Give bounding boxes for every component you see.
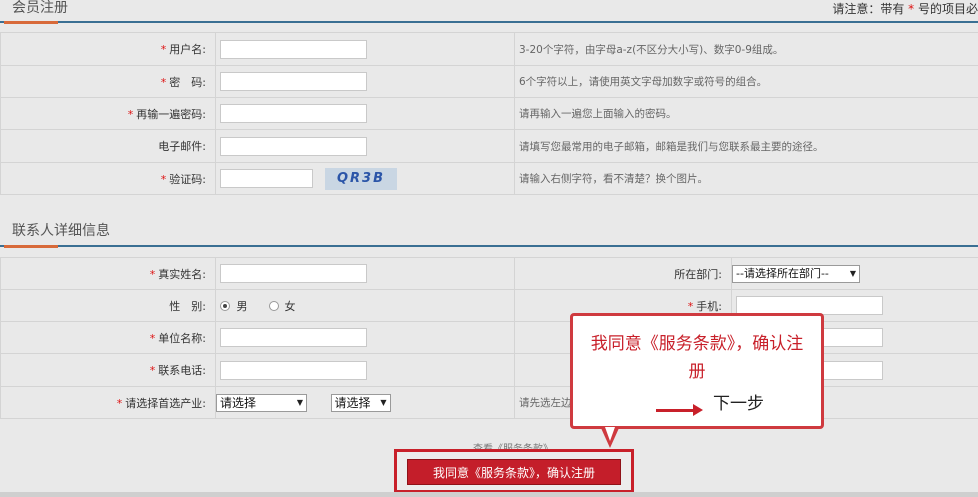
- chevron-down-icon: ▼: [380, 397, 387, 407]
- realname-input[interactable]: [220, 264, 367, 283]
- captcha-cell: QR3B: [215, 162, 515, 195]
- industry-select-primary[interactable]: 请选择 ▼: [216, 393, 307, 412]
- contact-title: 联系人详细信息: [12, 223, 110, 239]
- required-star: *: [149, 331, 156, 345]
- realname-label-text: 真实姓名:: [158, 267, 206, 281]
- required-star: *: [127, 107, 134, 121]
- required-star: *: [160, 172, 167, 186]
- industry-label: * 请选择首选产业:: [0, 386, 216, 419]
- industry-select-primary-value: 请选择: [220, 395, 257, 410]
- username-cell: [215, 32, 515, 66]
- form-row-captcha: * 验证码: QR3B 请输入右侧字符，看不清楚？换个图片。: [0, 162, 978, 195]
- industry-label-text: 请选择首选产业:: [125, 396, 206, 410]
- required-star: *: [160, 43, 167, 56]
- company-cell: [215, 321, 515, 354]
- email-input[interactable]: [220, 136, 367, 156]
- captcha-hint: 请输入右侧字符，看不清楚？换个图片。: [514, 162, 978, 195]
- register-section-header: 会员注册 请注意：带有 * 号的项目必: [0, 0, 978, 24]
- form-row-realname: * 真实姓名: 所在部门: --请选择所在部门-- ▼: [0, 257, 978, 290]
- required-note-suffix: 号的项目必: [917, 2, 978, 16]
- email-cell: [215, 129, 515, 163]
- username-label: * 用户名:: [0, 32, 216, 66]
- callout-tail-fill: [605, 427, 615, 441]
- form-row-username: * 用户名: 3-20个字符，由字母a-z(不区分大小写)、数字0-9组成。: [0, 32, 978, 66]
- submit-highlight-frame: 我同意《服务条款》，确认注册: [394, 449, 634, 493]
- industry-select-secondary-value: 请选择: [334, 395, 371, 410]
- mobile-label-text: 手机:: [696, 299, 722, 313]
- section-accent-bar: [4, 245, 58, 248]
- required-star: *: [149, 364, 156, 377]
- username-label-text: 用户名:: [169, 43, 206, 56]
- required-star: *: [116, 396, 123, 410]
- industry-cell: 请选择 ▼ 请选择 ▼: [215, 386, 515, 419]
- bottom-strip: [0, 492, 978, 497]
- username-input[interactable]: [220, 39, 367, 59]
- department-cell: --请选择所在部门-- ▼: [731, 257, 978, 290]
- confirm-password-hint: 请再输入一遍您上面输入的密码。: [514, 97, 978, 130]
- department-label: 所在部门:: [514, 257, 732, 290]
- section-accent-bar: [4, 21, 58, 24]
- gender-cell: 男 女: [215, 289, 515, 322]
- password-hint: 6个字符以上，请使用英文字母加数字或符号的组合。: [514, 65, 978, 98]
- company-input[interactable]: [220, 328, 367, 347]
- department-select[interactable]: --请选择所在部门-- ▼: [732, 264, 860, 283]
- company-label-text: 单位名称:: [158, 331, 206, 345]
- contact-form: * 真实姓名: 所在部门: --请选择所在部门-- ▼ 性 别: 男 女 * 手机: …: [0, 257, 978, 419]
- chevron-down-icon: ▼: [296, 397, 303, 407]
- agree-register-button[interactable]: 我同意《服务条款》，确认注册: [407, 459, 621, 485]
- next-step-label: 下一步: [713, 394, 764, 414]
- instruction-callout: 我同意《服务条款》，确认注册 下一步: [570, 313, 824, 448]
- phone-input[interactable]: [220, 360, 367, 380]
- company-label: * 单位名称:: [0, 321, 216, 354]
- confirm-password-label-text: 再输一遍密码:: [136, 107, 206, 121]
- form-row-email: 电子邮件: 请填写您最常用的电子邮箱，邮箱是我们与您联系最主要的途径。: [0, 129, 978, 163]
- email-label-text: 电子邮件:: [158, 140, 206, 153]
- password-input[interactable]: [220, 72, 367, 91]
- captcha-input[interactable]: [220, 169, 313, 188]
- form-row-industry: *请选择首选产业: 请选择▼ 请选择▼ 请先选左边的产业，再选右边的子类: [0, 386, 978, 419]
- gender-female-label: 女: [284, 299, 296, 313]
- realname-label: * 真实姓名:: [0, 257, 216, 290]
- captcha-label: * 验证码:: [0, 162, 216, 195]
- gender-male-radio[interactable]: [220, 300, 230, 311]
- required-note: 请注意：带有 * 号的项目必: [832, 0, 978, 17]
- required-star: *: [160, 75, 167, 89]
- register-title: 会员注册: [12, 0, 68, 16]
- email-label: 电子邮件:: [0, 129, 216, 163]
- callout-text: 我同意《服务条款》，确认注册: [590, 334, 804, 382]
- phone-label: * 联系电话:: [0, 353, 216, 387]
- realname-cell: [215, 257, 515, 290]
- form-row-confirm-password: * 再输一遍密码: 请再输入一遍您上面输入的密码。: [0, 97, 978, 130]
- password-cell: [215, 65, 515, 98]
- username-hint: 3-20个字符，由字母a-z(不区分大小写)、数字0-9组成。: [514, 32, 978, 66]
- register-form: * 用户名: 3-20个字符，由字母a-z(不区分大小写)、数字0-9组成。 * 密…: [0, 32, 978, 195]
- department-select-value: --请选择所在部门--: [736, 266, 829, 280]
- password-label: * 密 码:: [0, 65, 216, 98]
- confirm-password-input[interactable]: [220, 104, 367, 123]
- email-hint: 请填写您最常用的电子邮箱，邮箱是我们与您联系最主要的途径。: [514, 129, 978, 163]
- right-arrow-icon: [656, 404, 703, 416]
- contact-section-header: 联系人详细信息: [0, 215, 978, 248]
- password-label-text: 密 码:: [169, 75, 206, 89]
- confirm-password-label: * 再输一遍密码:: [0, 97, 216, 130]
- form-row-gender: 性 别: 男 女 * 手机:: [0, 289, 978, 322]
- required-star: *: [687, 299, 694, 313]
- gender-female-radio[interactable]: [269, 300, 279, 311]
- form-row-phone: * 联系电话:: [0, 353, 978, 387]
- chevron-down-icon: ▼: [849, 268, 856, 278]
- required-note-star: *: [908, 2, 915, 16]
- gender-label: 性 别:: [0, 289, 216, 322]
- confirm-password-cell: [215, 97, 515, 130]
- form-row-company: * 单位名称:: [0, 321, 978, 354]
- required-star: *: [149, 267, 156, 281]
- required-note-prefix: 请注意：带有: [832, 2, 905, 16]
- phone-cell: [215, 353, 515, 387]
- form-row-password: * 密 码: 6个字符以上，请使用英文字母加数字或符号的组合。: [0, 65, 978, 98]
- gender-male-label: 男: [236, 299, 248, 313]
- captcha-label-text: 验证码:: [169, 172, 206, 186]
- captcha-image[interactable]: QR3B: [325, 167, 397, 190]
- phone-label-text: 联系电话:: [158, 364, 206, 377]
- industry-select-secondary[interactable]: 请选择 ▼: [330, 393, 391, 412]
